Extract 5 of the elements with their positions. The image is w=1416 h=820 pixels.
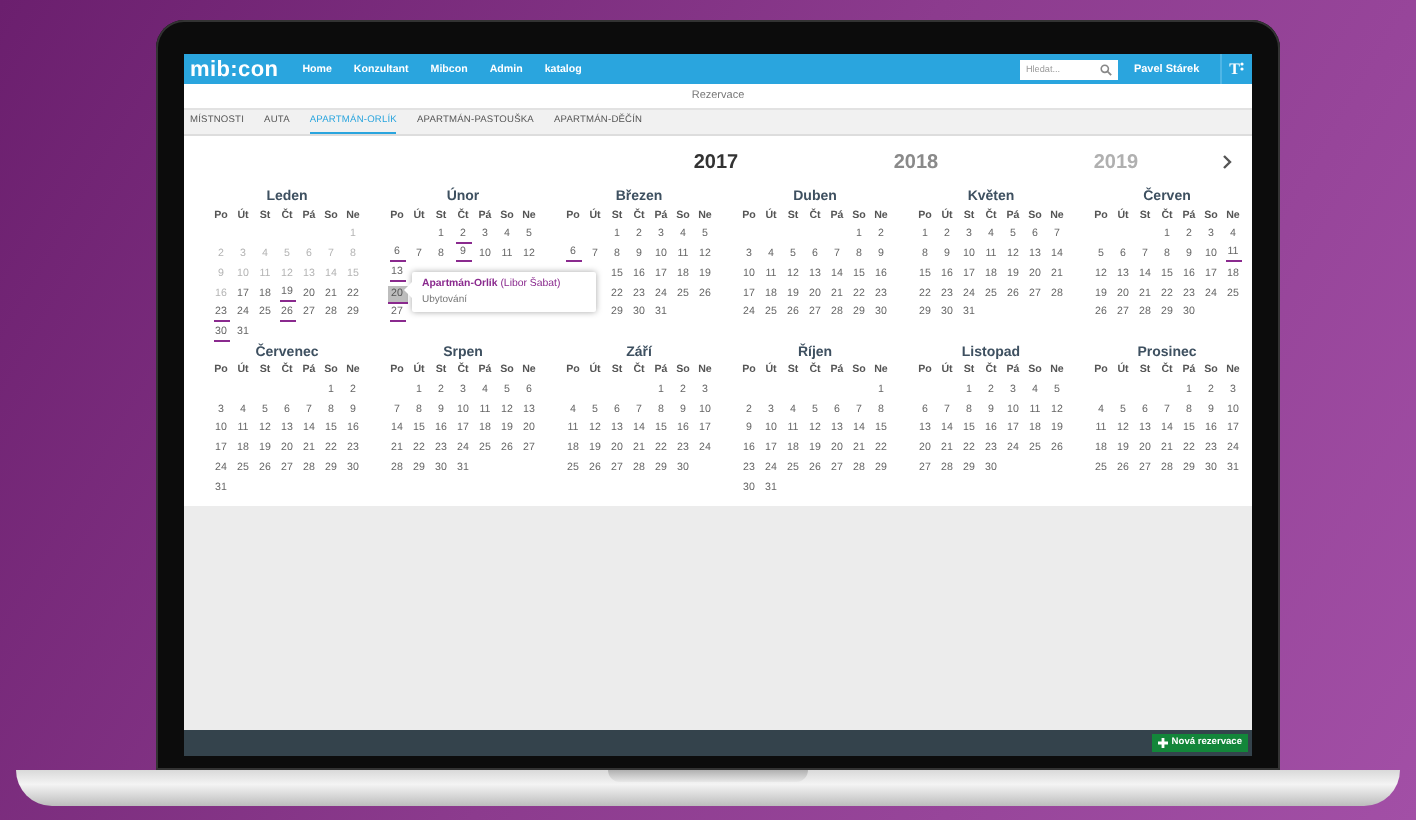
- year-tab[interactable]: 2017: [616, 151, 816, 173]
- plus-icon: [1158, 738, 1169, 748]
- chevron-right-icon[interactable]: [1222, 154, 1232, 170]
- search-icon[interactable]: [1099, 63, 1112, 75]
- year-tab[interactable]: 2018: [816, 151, 1016, 173]
